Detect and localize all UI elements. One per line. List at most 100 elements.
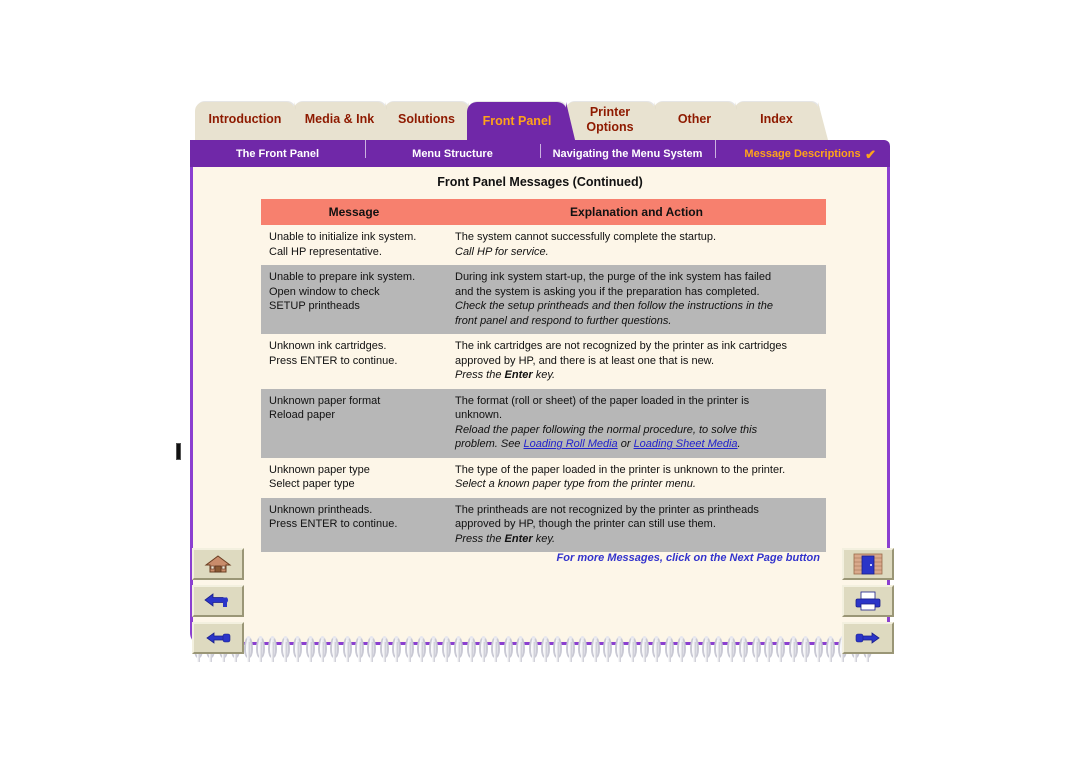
cell-message: Unknown paper type Select paper type	[261, 457, 447, 498]
tab-label: Front Panel	[482, 113, 552, 128]
right-button-column	[842, 548, 894, 659]
cell-explanation: The system cannot successfully complete …	[447, 225, 826, 266]
tab-introduction[interactable]: Introduction	[195, 102, 304, 140]
cell-explanation: The format (roll or sheet) of the paper …	[447, 388, 826, 458]
cell-message: Unable to initialize ink system. Call HP …	[261, 225, 447, 266]
tab-other[interactable]: Other	[653, 102, 745, 140]
printer-icon	[853, 590, 883, 612]
tab-printer-options[interactable]: Printer Options	[565, 102, 664, 140]
home-icon	[204, 554, 232, 574]
page-title: Front Panel Messages (Continued)	[437, 175, 643, 189]
explanation-line: Call HP for service.	[455, 245, 549, 258]
explanation-line: Press the Enter key.	[455, 532, 556, 545]
cell-explanation: The printheads are not recognized by the…	[447, 497, 826, 553]
tab-solutions[interactable]: Solutions	[384, 102, 478, 140]
page-margin-mark	[176, 443, 181, 460]
explanation-line: The system cannot successfully complete …	[455, 231, 717, 243]
message-line: Press ENTER to continue.	[269, 518, 398, 531]
message-line: SETUP printheads	[269, 300, 360, 313]
tab-label: Introduction	[208, 111, 282, 126]
cell-explanation: The type of the paper loaded in the prin…	[447, 457, 826, 498]
table-row: Unknown paper type Select paper type The t…	[261, 457, 826, 498]
main-tab-bar: Introduction Media & Ink Solutions Front Pa…	[195, 102, 895, 144]
subnav-item-label: Menu Structure	[412, 148, 493, 160]
next-page-button[interactable]	[842, 622, 894, 654]
explanation-line: During ink system start-up, the purge of…	[455, 271, 772, 284]
back-button[interactable]	[192, 585, 244, 617]
cell-message: Unknown ink cartridges. Press ENTER to co…	[261, 334, 447, 389]
key-label: Enter	[504, 532, 533, 545]
cell-message: Unknown printheads. Press ENTER to contin…	[261, 497, 447, 553]
key-label: Enter	[504, 369, 533, 382]
explanation-line: The format (roll or sheet) of the paper …	[455, 394, 750, 407]
subnav-item-label: Navigating the Menu System	[552, 148, 703, 160]
tab-media-ink[interactable]: Media & Ink	[293, 102, 395, 140]
explanation-line: Select a known paper type from the print…	[455, 478, 696, 491]
hand-pointing-right-icon	[853, 629, 883, 647]
message-line: Unknown paper type	[269, 463, 370, 476]
explanation-line: approved by HP, though the printer can s…	[455, 518, 716, 531]
sub-navigation-bar: The Front Panel Menu Structure Navigating …	[190, 140, 890, 168]
tab-label: Solutions	[398, 111, 455, 126]
cross-reference-link[interactable]: Loading Roll Media	[523, 438, 617, 450]
back-arrow-icon	[203, 591, 233, 611]
cross-reference-link[interactable]: Loading Sheet Media	[634, 438, 738, 450]
cell-message: Unable to prepare ink system. Open window…	[261, 265, 447, 335]
message-line: Unknown printheads.	[269, 503, 373, 516]
hand-pointing-left-icon	[203, 629, 233, 647]
table-row: Unknown paper format Reload paper The form…	[261, 388, 826, 458]
subnav-item-menu-structure[interactable]: Menu Structure	[365, 140, 540, 160]
explanation-line: Check the setup printheads and then foll…	[455, 300, 773, 313]
previous-page-button[interactable]	[192, 622, 244, 654]
explanation-line: The ink cartridges are not recognized by…	[455, 340, 787, 353]
explanation-line: unknown.	[455, 409, 503, 422]
message-line: Press ENTER to continue.	[269, 354, 398, 367]
print-button[interactable]	[842, 585, 894, 617]
message-line: Unable to initialize ink system.	[269, 231, 417, 243]
front-panel-messages-table: Message Explanation and Action Unable to…	[261, 199, 826, 553]
tab-index[interactable]: Index	[734, 102, 828, 140]
table-row: Unable to initialize ink system. Call HP …	[261, 225, 826, 266]
message-line: Open window to check	[269, 285, 380, 298]
app-root: Introduction Media & Ink Solutions Front Pa…	[0, 0, 1080, 763]
explanation-line: The printheads are not recognized by the…	[455, 503, 759, 516]
table-row: Unknown printheads. Press ENTER to contin…	[261, 497, 826, 553]
explanation-line: front panel and respond to further quest…	[455, 314, 672, 327]
cell-explanation: During ink system start-up, the purge of…	[447, 265, 826, 335]
home-button[interactable]	[192, 548, 244, 580]
message-line: Unable to prepare ink system.	[269, 271, 416, 284]
column-header-message: Message	[261, 199, 447, 225]
message-line: Unknown ink cartridges.	[269, 340, 387, 353]
explanation-line: approved by HP, and there is at least on…	[455, 354, 715, 367]
tab-label: Index	[760, 111, 793, 126]
subnav-item-label: The Front Panel	[235, 148, 320, 160]
cell-message: Unknown paper format Reload paper	[261, 388, 447, 458]
next-page-footnote: For more Messages, click on the Next Pag…	[556, 552, 820, 564]
exit-button[interactable]	[842, 548, 894, 580]
explanation-line: Reload the paper following the normal pr…	[455, 423, 758, 436]
message-line: Unknown paper format	[269, 394, 381, 407]
cell-explanation: The ink cartridges are not recognized by…	[447, 334, 826, 389]
explanation-line: The type of the paper loaded in the prin…	[455, 463, 786, 476]
exit-door-icon	[853, 553, 883, 575]
explanation-line: problem. See Loading Roll Media or Loadi…	[455, 438, 741, 451]
left-button-column	[192, 548, 244, 659]
document-page: Front Panel Messages (Continued) Message…	[190, 167, 890, 645]
column-header-explanation: Explanation and Action	[447, 199, 826, 225]
table-header-row: Message Explanation and Action	[261, 199, 826, 225]
current-section-check-icon: ✔	[865, 147, 876, 162]
explanation-line: and the system is asking you if the prep…	[455, 285, 760, 298]
message-line: Reload paper	[269, 409, 336, 422]
table-row: Unable to prepare ink system. Open window…	[261, 265, 826, 335]
tab-front-panel[interactable]: Front Panel	[467, 102, 576, 144]
tab-label: Printer Options	[586, 105, 634, 134]
table-row: Unknown ink cartridges. Press ENTER to co…	[261, 334, 826, 389]
explanation-line: Press the Enter key.	[455, 369, 556, 382]
subnav-item-navigating-the-menu-system[interactable]: Navigating the Menu System	[540, 140, 715, 160]
tab-label: Media & Ink	[304, 111, 375, 126]
subnav-item-label: Message Descriptions	[744, 148, 861, 160]
subnav-item-the-front-panel[interactable]: The Front Panel	[190, 148, 365, 160]
subnav-item-message-descriptions[interactable]: Message Descriptions	[715, 140, 890, 160]
tab-label: Other	[677, 111, 712, 126]
message-line: Select paper type	[269, 478, 355, 491]
